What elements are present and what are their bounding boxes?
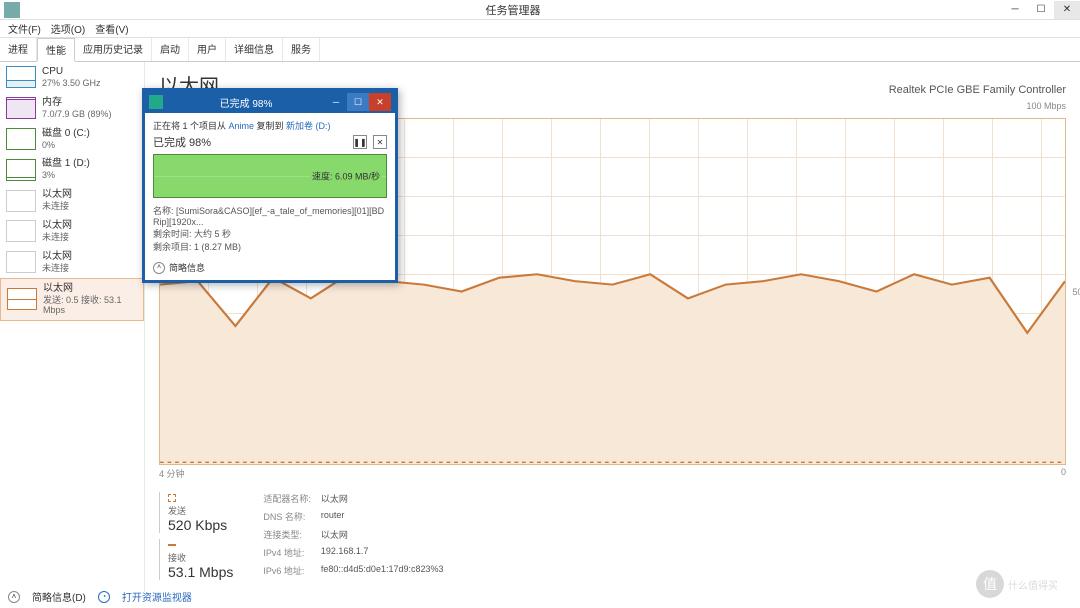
file-copy-dialog: 已完成 98% ─ ☐ ✕ 正在将 1 个项目从 Anime 复制到 新加卷 (… [142,88,398,283]
thumb-icon [7,288,37,310]
thumb-icon [6,251,36,273]
source-link[interactable]: Anime [229,121,255,131]
sidebar-item-name: 以太网 [43,283,137,295]
sidebar-item-eth-4[interactable]: 以太网 未连接 [0,185,144,216]
recv-label: 接收 [168,551,233,564]
adapter-details: 适配器名称: 以太网 DNS 名称: router 连接类型: 以太网 IPv4 地址: 19… [263,492,443,580]
sidebar-item-name: 以太网 [42,189,72,201]
remaining-time: 剩余时间: 大约 5 秒 [153,227,387,240]
kv-value: router [321,510,444,526]
tab-performance[interactable]: 性能 [37,38,75,62]
app-icon [4,2,20,18]
y-max-label: 100 Mbps [1026,101,1066,114]
dest-link[interactable]: 新加卷 (D:) [286,121,331,131]
cancel-button[interactable]: ✕ [373,135,387,149]
speed-value: 6.09 MB/秒 [335,172,380,182]
sidebar-item-eth-6[interactable]: 以太网 未连接 [0,247,144,278]
pause-button[interactable]: ❚❚ [353,135,367,149]
menu-options[interactable]: 选项(O) [47,21,89,36]
less-info-button[interactable]: 简略信息(D) [32,589,86,604]
dialog-titlebar[interactable]: 已完成 98% ─ ☐ ✕ [145,91,395,113]
dialog-minimize-button[interactable]: ─ [325,93,347,111]
sidebar-item-name: 以太网 [42,251,72,263]
sent-value: 520 Kbps [168,517,233,533]
menu-file[interactable]: 文件(F) [4,21,45,36]
tab-processes[interactable]: 进程 [0,38,37,61]
recv-value: 53.1 Mbps [168,564,233,580]
y-mid-label: 50 Mbps [1072,287,1080,297]
tab-services[interactable]: 服务 [283,38,320,61]
sidebar-item-value: 7.0/7.9 GB (89%) [42,109,112,120]
x-left-label: 4 分钟 [159,467,185,480]
filename-row: 名称: [SumiSora&CASO][ef_-a_tale_of_memori… [153,204,387,227]
speed-chart: 速度: 6.09 MB/秒 [153,154,387,198]
thumb-icon [6,220,36,242]
tab-users[interactable]: 用户 [189,38,226,61]
sidebar-item-value: 27% 3.50 GHz [42,78,101,89]
sidebar-item-name: 内存 [42,97,112,109]
kv-key: 连接类型: [263,528,311,544]
thumb-icon [6,159,36,181]
kv-key: IPv6 地址: [263,564,311,580]
sidebar-item-value: 未连接 [42,232,72,243]
close-button[interactable]: ✕ [1054,1,1080,19]
sidebar-item-disk1-3[interactable]: 磁盘 1 (D:) 3% [0,154,144,185]
open-resource-monitor-link[interactable]: 打开资源监视器 [122,589,192,604]
menubar: 文件(F) 选项(O) 查看(V) [0,20,1080,38]
sent-label: 发送 [168,504,233,517]
copy-source-dest: 正在将 1 个项目从 Anime 复制到 新加卷 (D:) [153,119,387,132]
sidebar-item-eth-sel-7[interactable]: 以太网 发送: 0.5 接收: 53.1 Mbps [0,278,144,322]
adapter-name: Realtek PCIe GBE Family Controller [889,84,1066,96]
minimize-button[interactable]: ─ [1002,1,1028,19]
window-titlebar: 任务管理器 ─ ☐ ✕ [0,0,1080,20]
sidebar-item-name: 磁盘 1 (D:) [42,158,90,170]
sidebar-item-value: 未连接 [42,263,72,274]
sidebar-item-eth-5[interactable]: 以太网 未连接 [0,216,144,247]
maximize-button[interactable]: ☐ [1028,1,1054,19]
sidebar-item-value: 0% [42,140,90,151]
kv-key: 适配器名称: [263,492,311,508]
kv-value: 以太网 [321,528,444,544]
sidebar-item-name: CPU [42,66,101,78]
tab-apphistory[interactable]: 应用历史记录 [75,38,152,61]
tab-startup[interactable]: 启动 [152,38,189,61]
performance-sidebar: CPU 27% 3.50 GHz 内存 7.0/7.9 GB (89%) 磁盘 … [0,62,145,592]
dialog-close-button[interactable]: ✕ [369,93,391,111]
chevron-up-icon[interactable]: ˄ [8,591,20,603]
progress-text: 已完成 98% [153,134,353,150]
kv-value: 192.168.1.7 [321,546,444,562]
kv-value: fe80::d4d5:d0e1:17d9:c823%3 [321,564,444,580]
folder-copy-icon [149,95,163,109]
menu-view[interactable]: 查看(V) [91,21,132,36]
dialog-title: 已完成 98% [167,95,325,110]
thumb-icon [6,190,36,212]
sidebar-item-cpu-0[interactable]: CPU 27% 3.50 GHz [0,62,144,93]
resource-monitor-icon: ◔ [98,591,110,603]
kv-value: 以太网 [321,492,444,508]
kv-key: DNS 名称: [263,510,311,526]
tab-details[interactable]: 详细信息 [226,38,283,61]
dialog-maximize-button[interactable]: ☐ [347,93,369,111]
tabbar: 进程 性能 应用历史记录 启动 用户 详细信息 服务 [0,38,1080,62]
footer: ˄ 简略信息(D) ◔ 打开资源监视器 [8,589,192,604]
sidebar-item-mem-1[interactable]: 内存 7.0/7.9 GB (89%) [0,93,144,124]
sidebar-item-disk0-2[interactable]: 磁盘 0 (C:) 0% [0,124,144,155]
sidebar-item-value: 未连接 [42,201,72,212]
thumb-icon [6,66,36,88]
chevron-up-icon: ˄ [153,262,165,274]
watermark: 值 什么值得买 [976,568,1072,600]
sidebar-item-value: 3% [42,170,90,181]
thumb-icon [6,128,36,150]
x-right-label: 0 [1061,467,1066,480]
sidebar-item-name: 磁盘 0 (C:) [42,128,90,140]
less-detail-toggle[interactable]: ˄ 简略信息 [153,261,387,274]
kv-key: IPv4 地址: [263,546,311,562]
sidebar-item-value: 发送: 0.5 接收: 53.1 Mbps [43,295,137,317]
remaining-items: 剩余项目: 1 (8.27 MB) [153,240,387,253]
window-title: 任务管理器 [24,2,1002,18]
sidebar-item-name: 以太网 [42,220,72,232]
thumb-icon [6,97,36,119]
